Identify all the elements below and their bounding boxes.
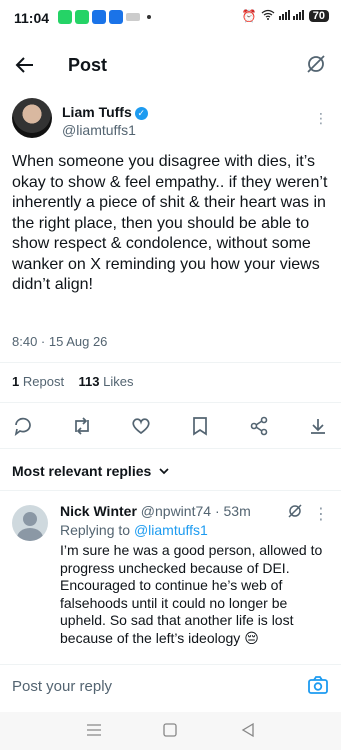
status-time: 11:04 xyxy=(14,10,50,26)
grok-icon[interactable] xyxy=(305,53,327,80)
divider xyxy=(0,362,341,363)
app-icon xyxy=(92,10,106,24)
like-label: Likes xyxy=(103,374,134,389)
whatsapp-icon xyxy=(58,10,72,24)
app-icon xyxy=(109,10,123,24)
author-handle[interactable]: @liamtuffs1 xyxy=(62,122,136,138)
home-icon[interactable] xyxy=(163,722,177,743)
chevron-down-icon xyxy=(159,462,169,478)
repost-count[interactable]: 1 xyxy=(12,374,19,389)
download-icon[interactable] xyxy=(303,414,333,438)
grok-icon[interactable] xyxy=(287,503,303,524)
reply-icons: ⋮ xyxy=(287,503,329,524)
post-author: Liam Tuffs ✓ @liamtuffs1 ⋮ xyxy=(12,98,332,148)
reply-age: 53m xyxy=(223,503,251,519)
post-stats: 1 Repost 113 Likes xyxy=(12,374,133,389)
repost-label: Repost xyxy=(22,374,65,389)
top-bar: Post xyxy=(0,44,341,86)
share-icon[interactable] xyxy=(244,414,274,438)
reply-separator: · xyxy=(214,503,220,519)
reply-header: Nick Winter @npwint74 · 53m xyxy=(60,503,251,519)
like-icon[interactable] xyxy=(126,414,156,438)
status-bar: 11:04 ⏰ 70 xyxy=(0,0,341,38)
avatar[interactable] xyxy=(12,98,52,138)
divider xyxy=(0,402,341,403)
action-bar xyxy=(8,414,333,438)
post-timestamp: 8:40 · 15 Aug 26 xyxy=(12,334,108,349)
post-text: When someone you disagree with dies, it’… xyxy=(12,153,328,293)
camera-icon[interactable] xyxy=(307,675,329,700)
bookmark-icon[interactable] xyxy=(185,414,215,438)
more-notifications-icon xyxy=(147,15,151,19)
reply-input[interactable]: Post your reply xyxy=(12,678,112,695)
repost-icon[interactable] xyxy=(67,414,97,438)
whatsapp-icon xyxy=(75,10,89,24)
author-name-text: Liam Tuffs xyxy=(62,104,132,120)
reply-author-name[interactable]: Nick Winter xyxy=(60,503,137,519)
alarm-icon: ⏰ xyxy=(241,9,257,23)
system-nav-bar xyxy=(0,712,341,750)
author-name[interactable]: Liam Tuffs ✓ xyxy=(62,104,148,120)
replying-to-link[interactable]: @liamtuffs1 xyxy=(134,522,208,538)
system-icons: ⏰ 70 xyxy=(242,9,329,23)
app-icon xyxy=(126,13,140,21)
divider xyxy=(0,448,341,449)
notification-icons xyxy=(58,10,151,24)
more-icon[interactable]: ⋮ xyxy=(314,110,328,127)
reply-text: I’m sure he was a good person, allowed t… xyxy=(60,542,323,646)
battery-icon: 70 xyxy=(308,10,329,22)
page-title: Post xyxy=(68,55,108,75)
reply-icon[interactable] xyxy=(8,414,38,438)
more-icon[interactable]: ⋮ xyxy=(313,504,329,524)
replying-label: Replying to xyxy=(60,522,131,538)
reply-handle[interactable]: @npwint74 xyxy=(141,503,211,519)
back-icon[interactable] xyxy=(241,722,255,743)
wifi-icon xyxy=(261,9,275,23)
menu-icon[interactable] xyxy=(86,722,102,743)
reply-item[interactable]: Nick Winter @npwint74 · 53m ⋮ Replying t… xyxy=(0,497,341,662)
replying-to: Replying to @liamtuffs1 xyxy=(60,522,208,538)
divider xyxy=(0,490,341,491)
verified-icon: ✓ xyxy=(134,107,148,120)
signal-icon xyxy=(278,9,305,23)
replies-sort-dropdown[interactable]: Most relevant replies xyxy=(12,462,169,479)
back-arrow-icon[interactable] xyxy=(14,54,36,81)
sort-label: Most relevant replies xyxy=(12,463,152,479)
avatar[interactable] xyxy=(12,505,48,541)
reply-composer[interactable]: Post your reply xyxy=(0,664,341,709)
like-count[interactable]: 113 xyxy=(79,374,100,389)
